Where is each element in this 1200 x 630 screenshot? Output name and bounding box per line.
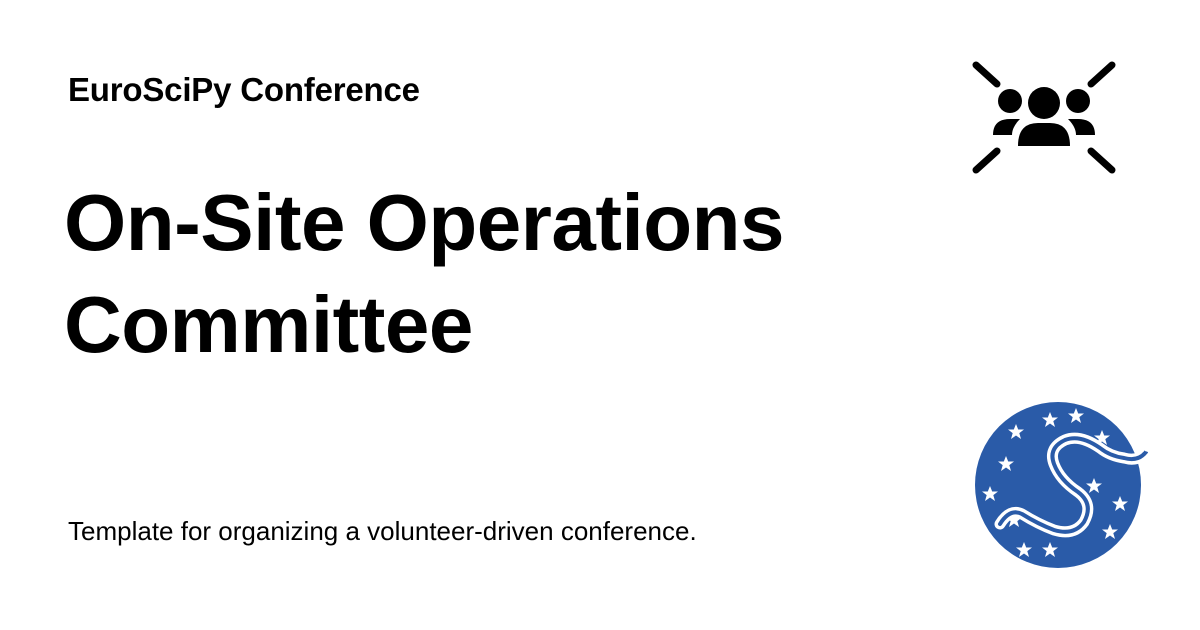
logo-circle <box>975 402 1141 568</box>
page-description: Template for organizing a volunteer-driv… <box>68 516 697 546</box>
group-focus-icon <box>972 61 1116 174</box>
site-name: EuroSciPy Conference <box>68 71 420 108</box>
page-title: On-Site Operations Committee <box>64 178 784 369</box>
scipy-logo <box>975 402 1155 568</box>
